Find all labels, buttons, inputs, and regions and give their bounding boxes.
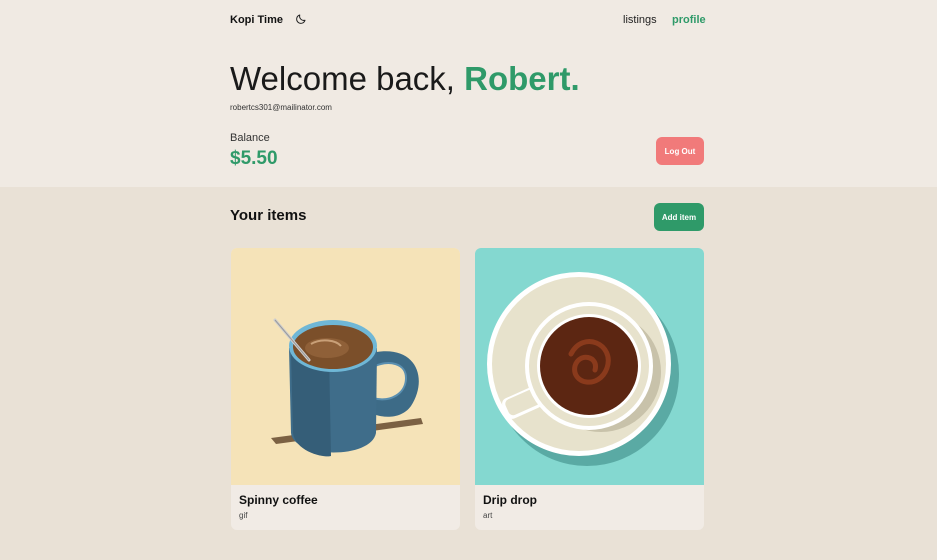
user-name: Robert. [464, 60, 580, 97]
item-card-drip-drop[interactable]: Drip drop art [475, 248, 704, 530]
welcome-greeting: Welcome back, [230, 60, 455, 97]
nav-listings-link[interactable]: listings [623, 14, 657, 26]
coffee-cup-image [475, 248, 704, 485]
coffee-mug-image [231, 248, 460, 485]
user-email: robertcs301@mailinator.com [230, 103, 332, 112]
item-title: Drip drop [483, 493, 537, 507]
brand-logo[interactable]: Kopi Time [230, 14, 283, 26]
item-type: gif [239, 511, 248, 520]
nav-profile-link[interactable]: profile [672, 14, 706, 26]
your-items-heading: Your items [230, 207, 307, 224]
add-item-button[interactable]: Add item [654, 203, 704, 231]
item-type: art [483, 511, 493, 520]
item-card-spinny-coffee[interactable]: Spinny coffee gif [231, 248, 460, 530]
welcome-heading: Welcome back, Robert. [230, 60, 580, 98]
logout-button[interactable]: Log Out [656, 137, 704, 165]
balance-label: Balance [230, 132, 270, 144]
moon-icon[interactable] [295, 13, 307, 25]
balance-value: $5.50 [230, 148, 278, 169]
item-title: Spinny coffee [239, 493, 318, 507]
